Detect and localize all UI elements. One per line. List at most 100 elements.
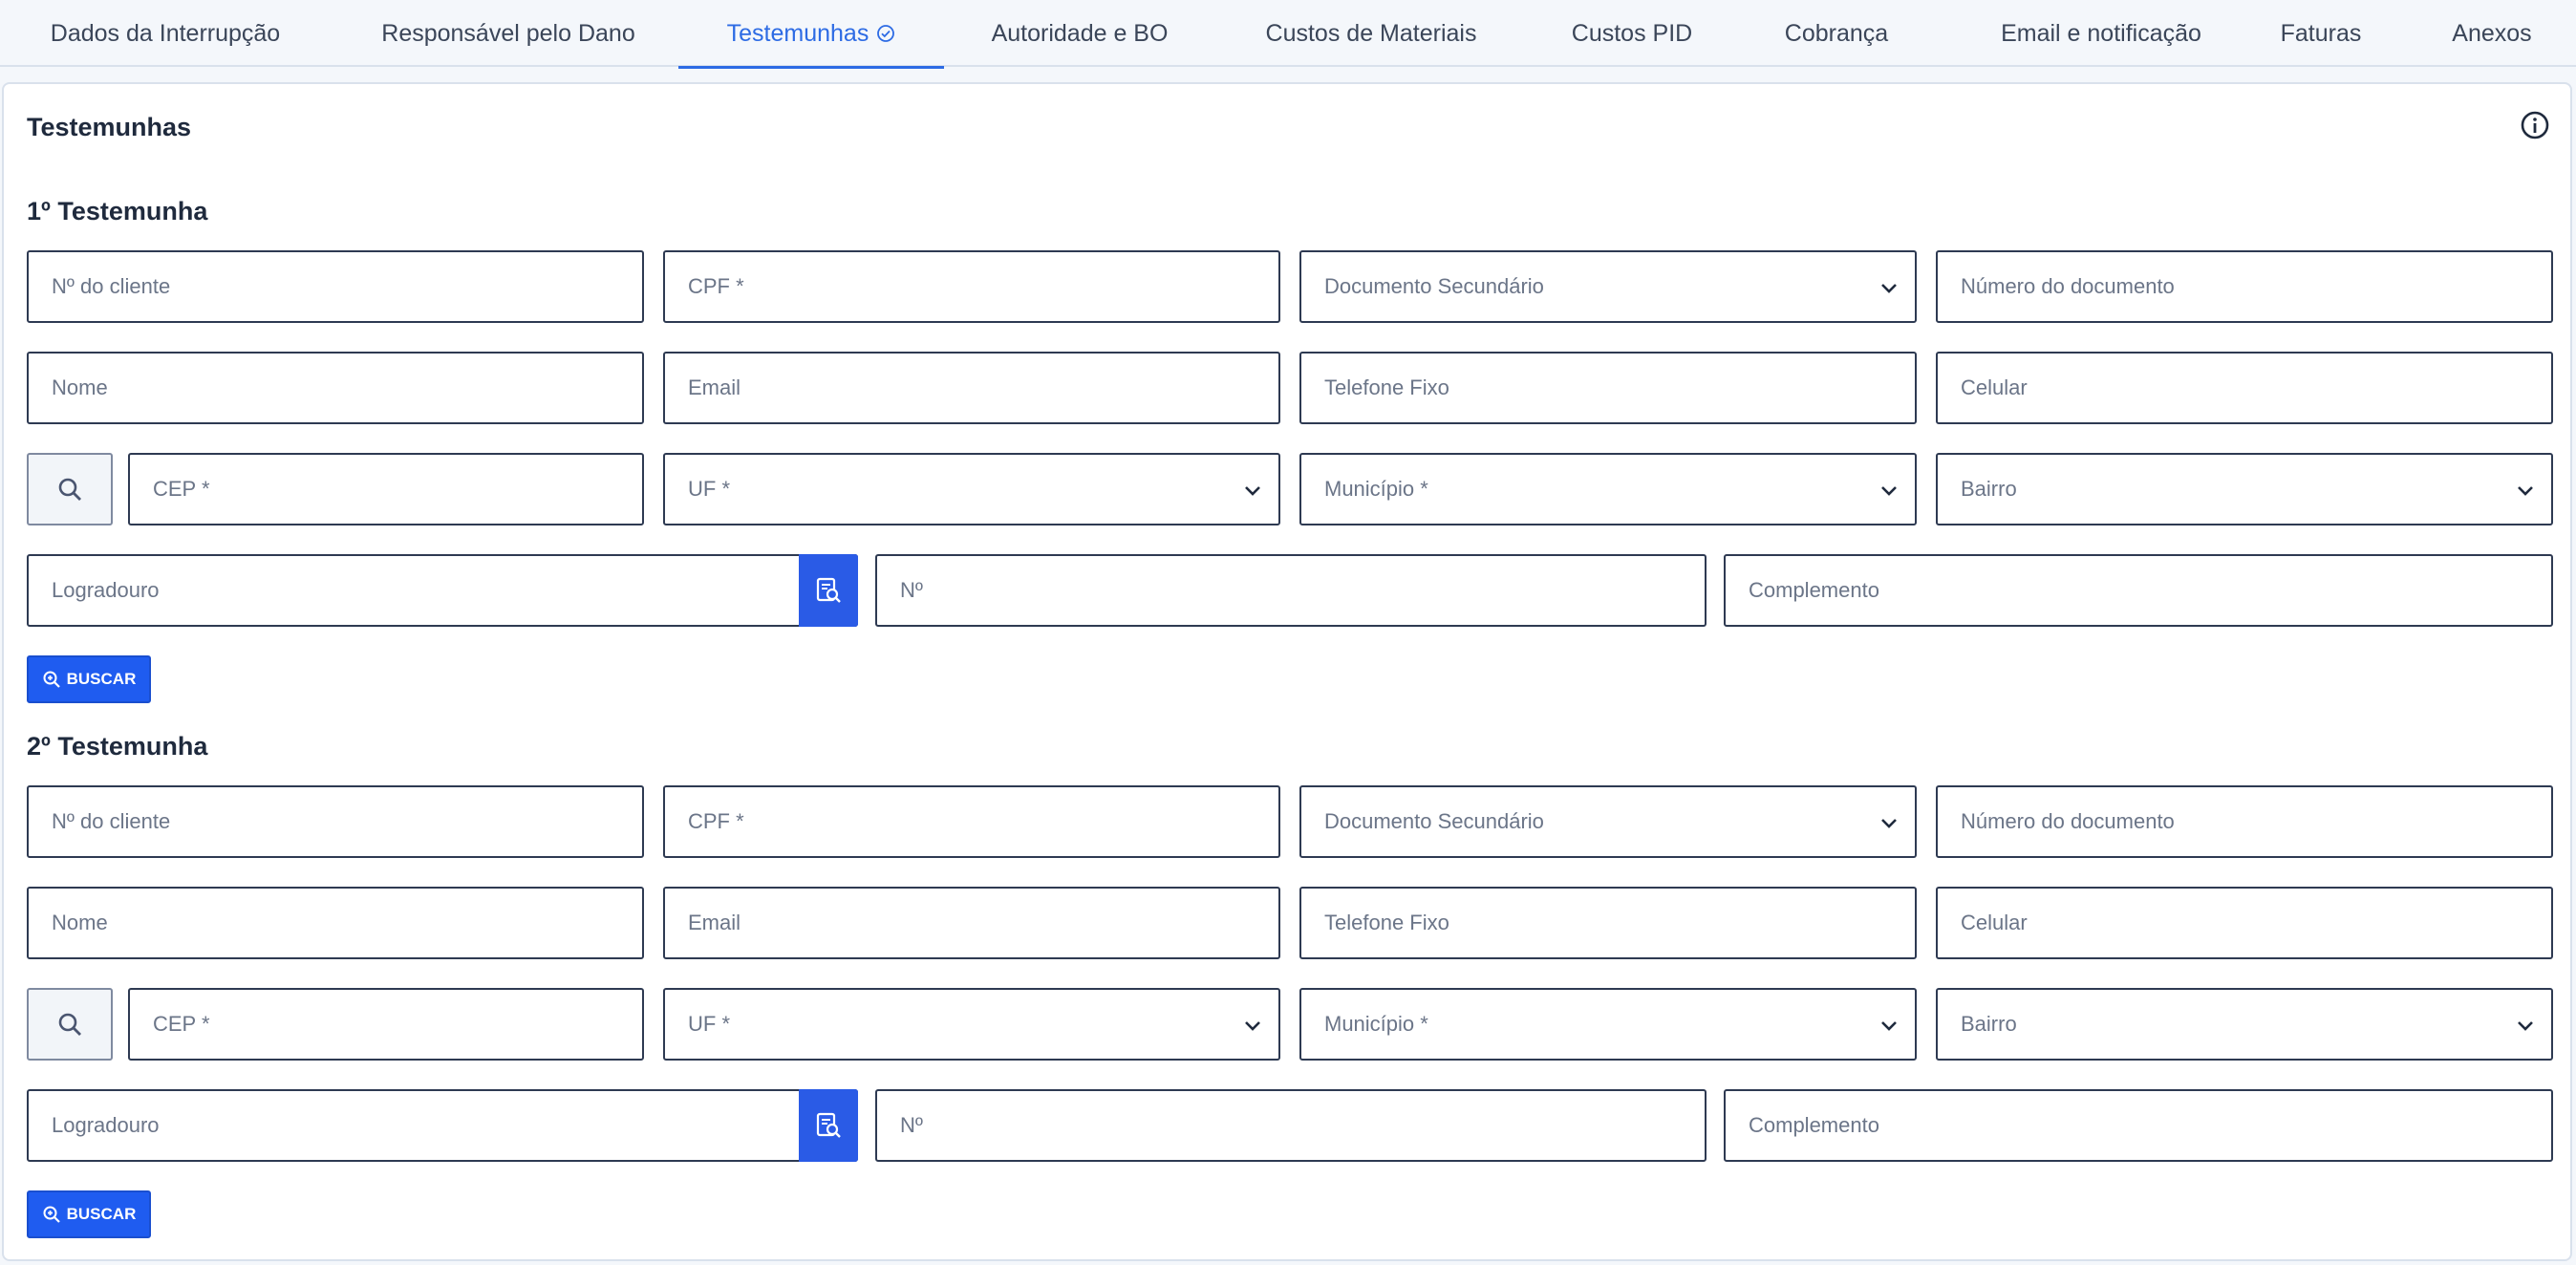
placeholder: Documento Secundário <box>1324 274 1544 298</box>
cep-search-button[interactable] <box>27 988 113 1061</box>
complemento-field[interactable]: Complemento <box>1724 1089 2553 1162</box>
info-icon[interactable] <box>2519 109 2551 141</box>
bairro-select[interactable]: Bairro <box>1936 988 2553 1061</box>
tab-testemunhas[interactable]: Testemunhas <box>678 0 944 69</box>
tab-email-notificacao[interactable]: Email e notificação <box>1966 0 2236 67</box>
landline-field[interactable]: Telefone Fixo <box>1299 352 1917 424</box>
mobile-field[interactable]: Celular <box>1936 887 2553 959</box>
chevron-down-icon <box>1881 284 1897 293</box>
placeholder: CPF * <box>688 809 744 833</box>
check-circle-icon <box>877 25 895 42</box>
number-field[interactable]: Nº <box>875 554 1707 627</box>
tab-label: Testemunhas <box>726 19 869 47</box>
tab-faturas[interactable]: Faturas <box>2265 0 2377 67</box>
tab-anexos[interactable]: Anexos <box>2438 0 2545 67</box>
placeholder: Nº <box>900 1113 923 1137</box>
mobile-field[interactable]: Celular <box>1936 352 2553 424</box>
document-search-icon <box>816 577 841 603</box>
secondary-document-select[interactable]: Documento Secundário <box>1299 250 1917 323</box>
tab-label: Anexos <box>2452 19 2532 47</box>
tab-label: Dados da Interrupção <box>50 19 281 47</box>
placeholder: Complemento <box>1749 578 1879 602</box>
logradouro-search-button[interactable] <box>799 554 858 627</box>
buscar-label: BUSCAR <box>66 1205 137 1223</box>
cep-search-button[interactable] <box>27 453 113 525</box>
search-icon <box>58 478 81 501</box>
tab-bar: Dados da Interrupção Responsável pelo Da… <box>0 0 2576 69</box>
number-field[interactable]: Nº <box>875 1089 1707 1162</box>
tab-cobranca[interactable]: Cobrança <box>1762 0 1911 67</box>
cpf-field[interactable]: CPF * <box>663 785 1280 858</box>
tab-dados-interrupcao[interactable]: Dados da Interrupção <box>19 0 311 67</box>
tab-custos-pid[interactable]: Custos PID <box>1557 0 1707 67</box>
logradouro-search-button[interactable] <box>799 1089 858 1162</box>
witness-2-title: 2º Testemunha <box>27 732 208 761</box>
placeholder: Email <box>688 911 741 934</box>
chevron-down-icon <box>2518 1021 2533 1031</box>
placeholder: Bairro <box>1961 1012 2017 1036</box>
chevron-down-icon <box>1245 1021 1260 1031</box>
placeholder: Telefone Fixo <box>1324 375 1449 399</box>
buscar-button[interactable]: BUSCAR <box>27 1190 151 1238</box>
tab-label: Email e notificação <box>2001 19 2201 47</box>
bairro-select[interactable]: Bairro <box>1936 453 2553 525</box>
placeholder: Logradouro <box>52 578 160 602</box>
witness-1-title: 1º Testemunha <box>27 197 208 225</box>
uf-select[interactable]: UF * <box>663 988 1280 1061</box>
cpf-field[interactable]: CPF * <box>663 250 1280 323</box>
zoom-in-icon <box>43 1206 60 1223</box>
secondary-document-select[interactable]: Documento Secundário <box>1299 785 1917 858</box>
client-number-field[interactable]: Nº do cliente <box>27 250 644 323</box>
cep-field[interactable]: CEP * <box>128 988 644 1061</box>
placeholder: Logradouro <box>52 1113 160 1137</box>
placeholder: Nº do cliente <box>52 274 171 298</box>
placeholder: CEP * <box>153 1012 210 1036</box>
placeholder: Nome <box>52 911 108 934</box>
name-field[interactable]: Nome <box>27 352 644 424</box>
placeholder: CEP * <box>153 477 210 501</box>
placeholder: UF * <box>688 1012 730 1036</box>
placeholder: Celular <box>1961 375 2028 399</box>
cep-field[interactable]: CEP * <box>128 453 644 525</box>
document-number-field[interactable]: Número do documento <box>1936 250 2553 323</box>
email-field[interactable]: Email <box>663 352 1280 424</box>
tab-label: Responsável pelo Dano <box>381 19 635 47</box>
testemunhas-card: Testemunhas 1º Testemunha Nº do cliente … <box>2 82 2572 1261</box>
chevron-down-icon <box>1881 819 1897 828</box>
document-number-field[interactable]: Número do documento <box>1936 785 2553 858</box>
municipio-select[interactable]: Município * <box>1299 453 1917 525</box>
client-number-field[interactable]: Nº do cliente <box>27 785 644 858</box>
placeholder: Nº do cliente <box>52 809 171 833</box>
placeholder: Email <box>688 375 741 399</box>
name-field[interactable]: Nome <box>27 887 644 959</box>
placeholder: Complemento <box>1749 1113 1879 1137</box>
document-search-icon <box>816 1112 841 1138</box>
search-icon <box>58 1013 81 1036</box>
landline-field[interactable]: Telefone Fixo <box>1299 887 1917 959</box>
municipio-select[interactable]: Município * <box>1299 988 1917 1061</box>
tab-label: Cobrança <box>1784 19 1889 47</box>
email-field[interactable]: Email <box>663 887 1280 959</box>
placeholder: Nº <box>900 578 923 602</box>
tab-label: Autoridade e BO <box>991 19 1169 47</box>
zoom-in-icon <box>43 671 60 688</box>
placeholder: Celular <box>1961 911 2028 934</box>
tab-label: Custos PID <box>1571 19 1693 47</box>
logradouro-field[interactable]: Logradouro <box>27 1089 858 1162</box>
chevron-down-icon <box>1245 486 1260 496</box>
placeholder: Nome <box>52 375 108 399</box>
placeholder: Documento Secundário <box>1324 809 1544 833</box>
tab-custos-materiais[interactable]: Custos de Materiais <box>1233 0 1510 67</box>
tab-autoridade-bo[interactable]: Autoridade e BO <box>967 0 1192 67</box>
complemento-field[interactable]: Complemento <box>1724 554 2553 627</box>
buscar-label: BUSCAR <box>66 670 137 688</box>
tab-label: Custos de Materiais <box>1265 19 1477 47</box>
uf-select[interactable]: UF * <box>663 453 1280 525</box>
chevron-down-icon <box>1881 486 1897 496</box>
tab-label: Faturas <box>2280 19 2362 47</box>
tab-responsavel-dano[interactable]: Responsável pelo Dano <box>354 0 663 67</box>
buscar-button[interactable]: BUSCAR <box>27 655 151 703</box>
logradouro-field[interactable]: Logradouro <box>27 554 858 627</box>
placeholder: CPF * <box>688 274 744 298</box>
card-title: Testemunhas <box>27 113 192 141</box>
